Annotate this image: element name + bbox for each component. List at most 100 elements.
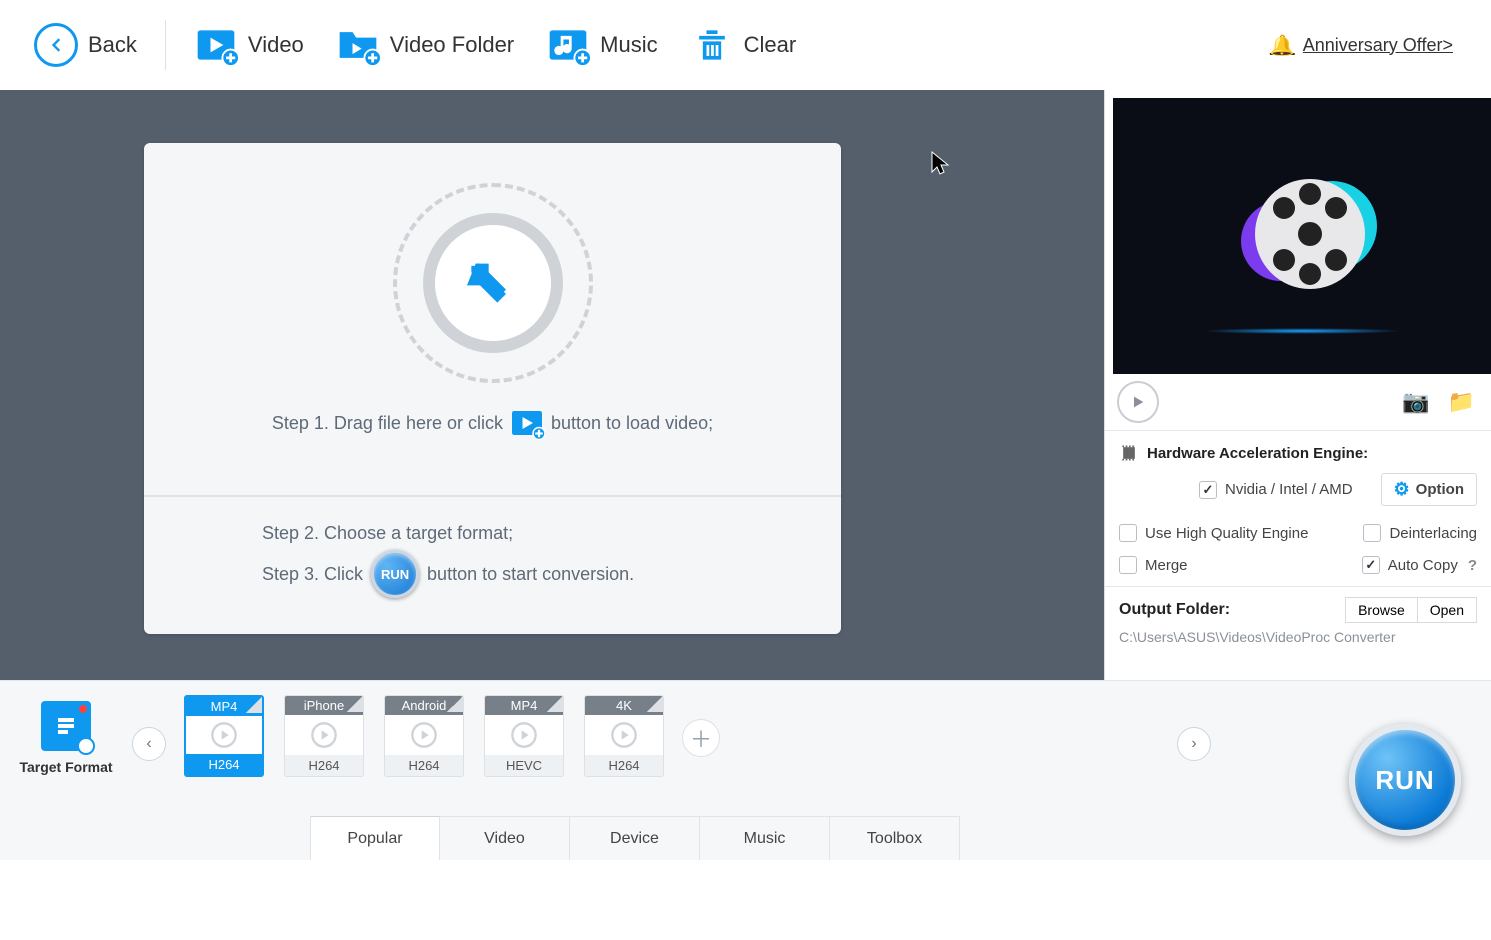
format-play-icon bbox=[310, 715, 338, 755]
format-play-icon bbox=[210, 716, 238, 754]
offer-label: Anniversary Offer> bbox=[1303, 35, 1453, 56]
format-card-iphone-h264[interactable]: iPhoneH264 bbox=[284, 695, 364, 777]
back-arrow-icon bbox=[34, 23, 78, 67]
play-button[interactable] bbox=[1117, 381, 1159, 423]
target-format-label: Target Format bbox=[0, 759, 132, 775]
step1b: button to load video; bbox=[551, 413, 713, 434]
format-bar: Target Format ‹ MP4H264iPhoneH264Android… bbox=[0, 680, 1491, 860]
merge-checkbox[interactable] bbox=[1119, 556, 1137, 574]
target-format-icon bbox=[41, 701, 91, 751]
format-bottom-label: H264 bbox=[186, 754, 262, 775]
format-list: MP4H264iPhoneH264AndroidH264MP4HEVC4KH26… bbox=[184, 695, 664, 777]
preview-pane bbox=[1113, 98, 1491, 374]
browse-button[interactable]: Browse bbox=[1345, 597, 1418, 623]
output-label: Output Folder: bbox=[1119, 601, 1230, 619]
hw-header: Hardware Acceleration Engine: bbox=[1119, 443, 1477, 463]
inline-run-icon: RUN bbox=[371, 550, 419, 598]
format-scroll-left[interactable]: ‹ bbox=[132, 727, 166, 761]
hq-label: Use High Quality Engine bbox=[1145, 525, 1308, 542]
anniversary-offer-link[interactable]: 🔔 Anniversary Offer> bbox=[1270, 33, 1473, 58]
app-logo-icon bbox=[1237, 171, 1367, 301]
format-play-icon bbox=[510, 715, 538, 755]
tab-video[interactable]: Video bbox=[440, 816, 570, 860]
format-card-mp4-hevc[interactable]: MP4HEVC bbox=[484, 695, 564, 777]
folder-video-icon bbox=[336, 23, 380, 67]
format-card-4k-h264[interactable]: 4KH264 bbox=[584, 695, 664, 777]
add-video-folder-button[interactable]: Video Folder bbox=[320, 15, 530, 75]
add-music-button[interactable]: Music bbox=[530, 15, 673, 75]
add-format-button[interactable]: ＋ bbox=[682, 719, 720, 757]
drop-ring-outer bbox=[393, 183, 593, 383]
step2-text: Step 2. Choose a target format; bbox=[262, 523, 811, 544]
target-format-button[interactable]: Target Format bbox=[0, 695, 132, 775]
step1a: Step 1. Drag file here or click bbox=[272, 413, 503, 434]
gear-icon: ⚙ bbox=[1394, 479, 1410, 500]
snapshot-button[interactable]: 📷 bbox=[1398, 385, 1433, 419]
inline-video-add-icon bbox=[509, 405, 545, 441]
format-bottom-label: HEVC bbox=[485, 755, 563, 776]
steps-panel: Step 2. Choose a target format; Step 3. … bbox=[144, 495, 841, 634]
format-scroll-right[interactable]: › bbox=[1177, 727, 1211, 761]
output-folder-panel: Output Folder: Browse Open C:\Users\ASUS… bbox=[1105, 586, 1491, 649]
format-card-mp4-h264[interactable]: MP4H264 bbox=[184, 695, 264, 777]
video-folder-label: Video Folder bbox=[390, 32, 514, 58]
chip-icon bbox=[1119, 443, 1139, 463]
step3b: button to start conversion. bbox=[427, 564, 634, 585]
add-video-button[interactable]: Video bbox=[178, 15, 320, 75]
deint-label: Deinterlacing bbox=[1389, 525, 1477, 542]
tab-device[interactable]: Device bbox=[570, 816, 700, 860]
merge-label: Merge bbox=[1145, 557, 1188, 574]
format-bottom-label: H264 bbox=[285, 755, 363, 776]
gpu-label: Nvidia / Intel / AMD bbox=[1225, 481, 1353, 498]
drop-ring-inner bbox=[423, 213, 563, 353]
deinterlacing-checkbox[interactable] bbox=[1363, 524, 1381, 542]
step3-text: Step 3. Click RUN button to start conver… bbox=[262, 550, 811, 598]
tab-toolbox[interactable]: Toolbox bbox=[830, 816, 960, 860]
preview-controls: 📷 📁 bbox=[1105, 374, 1491, 430]
main-area: Step 1. Drag file here or click button t… bbox=[0, 90, 1491, 680]
format-play-icon bbox=[410, 715, 438, 755]
hq-engine-checkbox[interactable] bbox=[1119, 524, 1137, 542]
output-path: C:\Users\ASUS\Videos\VideoProc Converter bbox=[1119, 629, 1477, 645]
music-label: Music bbox=[600, 32, 657, 58]
step1-text: Step 1. Drag file here or click button t… bbox=[272, 405, 713, 441]
tab-popular[interactable]: Popular bbox=[310, 816, 440, 860]
right-sidebar: 📷 📁 Hardware Acceleration Engine: Nvidia… bbox=[1104, 90, 1491, 680]
video-add-icon bbox=[194, 23, 238, 67]
open-button[interactable]: Open bbox=[1418, 597, 1477, 623]
step2: Step 2. Choose a target format; bbox=[262, 523, 513, 544]
toolbar-separator bbox=[165, 20, 166, 70]
format-bottom-label: H264 bbox=[585, 755, 663, 776]
format-card-android-h264[interactable]: AndroidH264 bbox=[384, 695, 464, 777]
mouse-cursor-icon bbox=[930, 150, 950, 183]
autocopy-checkbox[interactable] bbox=[1362, 556, 1380, 574]
step3a: Step 3. Click bbox=[262, 564, 363, 585]
upload-arrow-icon bbox=[467, 255, 519, 312]
option-label: Option bbox=[1416, 481, 1464, 498]
bell-icon: 🔔 bbox=[1270, 33, 1295, 58]
trash-icon bbox=[690, 23, 734, 67]
run-button[interactable]: RUN bbox=[1349, 724, 1461, 836]
hw-accel-panel: Hardware Acceleration Engine: Nvidia / I… bbox=[1105, 430, 1491, 586]
drop-zone-card: Step 1. Drag file here or click button t… bbox=[144, 143, 841, 634]
tab-music[interactable]: Music bbox=[700, 816, 830, 860]
clear-label: Clear bbox=[744, 32, 797, 58]
back-label: Back bbox=[88, 32, 137, 58]
music-add-icon bbox=[546, 23, 590, 67]
back-button[interactable]: Back bbox=[18, 15, 153, 75]
preview-glow bbox=[1202, 328, 1402, 334]
autocopy-help-icon[interactable]: ? bbox=[1468, 557, 1477, 574]
autocopy-label: Auto Copy bbox=[1388, 557, 1458, 574]
gpu-checkbox[interactable] bbox=[1199, 481, 1217, 499]
video-label: Video bbox=[248, 32, 304, 58]
format-play-icon bbox=[610, 715, 638, 755]
option-button[interactable]: ⚙ Option bbox=[1381, 473, 1477, 506]
format-bottom-label: H264 bbox=[385, 755, 463, 776]
top-toolbar: Back Video Video Folder Music Clear 🔔 An… bbox=[0, 0, 1491, 90]
open-folder-button[interactable]: 📁 bbox=[1444, 385, 1479, 419]
clear-button[interactable]: Clear bbox=[674, 15, 813, 75]
drop-zone[interactable]: Step 1. Drag file here or click button t… bbox=[144, 143, 841, 495]
drop-canvas: Step 1. Drag file here or click button t… bbox=[0, 90, 1104, 680]
hw-title: Hardware Acceleration Engine: bbox=[1147, 445, 1368, 462]
format-category-tabs: PopularVideoDeviceMusicToolbox bbox=[310, 816, 960, 860]
